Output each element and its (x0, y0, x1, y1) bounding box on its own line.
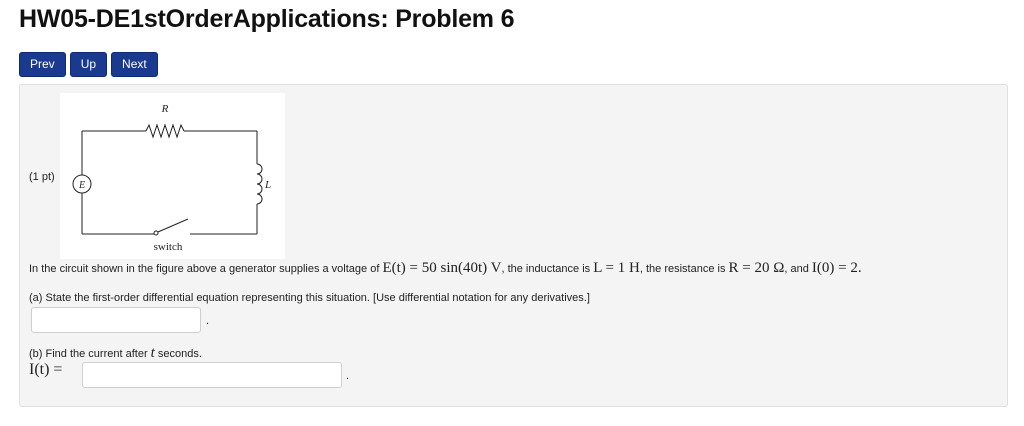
switch-label: switch (154, 241, 183, 253)
circuit-figure: R E L switch (60, 93, 285, 259)
part-a-prompt: (a) State the first-order differential e… (29, 292, 590, 304)
circuit-diagram: R E L switch (72, 103, 271, 253)
part-b-answer-input[interactable] (82, 362, 342, 388)
voltage-expression: E(t) = 50 sin(40t) V (382, 260, 502, 276)
next-button[interactable]: Next (111, 52, 158, 77)
source-label: E (78, 180, 85, 191)
initial-condition-expression: I(0) = 2. (811, 260, 862, 276)
resistance-lead-text: , the resistance is (639, 263, 726, 275)
problem-navigation: Prev Up Next (19, 52, 158, 77)
part-b-variable: t (150, 345, 155, 361)
part-a-answer-input[interactable] (31, 307, 201, 333)
inductor-label: L (264, 179, 271, 191)
page-title: HW05-DE1stOrderApplications: Problem 6 (19, 5, 515, 33)
inductance-expression: L = 1 H (593, 260, 640, 276)
part-b-suffix: seconds. (157, 348, 202, 360)
resistor-zigzag (145, 123, 185, 139)
part-b-prompt: (b) Find the current after t seconds. (29, 345, 202, 362)
switch-lever (157, 218, 189, 233)
initial-lead-text: , and (784, 263, 809, 275)
problem-panel: (1 pt) R E L switch In the circuit shown… (19, 84, 1008, 407)
points-label: (1 pt) (29, 171, 55, 183)
part-b-terminator: . (346, 370, 350, 382)
prev-button[interactable]: Prev (19, 52, 66, 77)
inductor-coil (256, 163, 263, 205)
inductance-lead-text: , the inductance is (501, 263, 591, 275)
intro-text: In the circuit shown in the figure above… (29, 263, 380, 275)
problem-statement: In the circuit shown in the figure above… (29, 260, 862, 277)
part-b-answer-label: I(t) = (29, 361, 63, 378)
switch-pivot (153, 230, 159, 236)
up-button[interactable]: Up (69, 52, 108, 77)
part-b-prefix: (b) Find the current after (29, 348, 148, 360)
resistor-label: R (161, 103, 169, 115)
part-a-terminator: . (206, 315, 210, 327)
resistance-expression: R = 20 Ω (728, 260, 785, 276)
